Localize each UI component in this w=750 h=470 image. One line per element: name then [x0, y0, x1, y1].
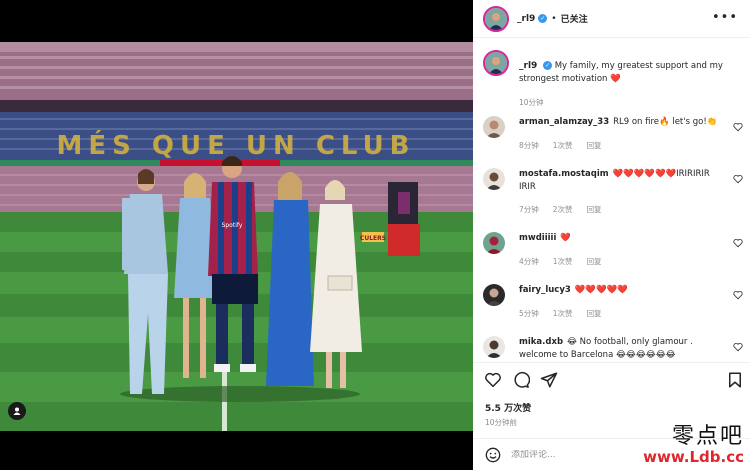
comments-list[interactable]: _rl9 ✓ My family, my greatest support an…: [473, 42, 750, 360]
comment-text: arman_alamzay_33 RL9 on fire🔥 let's go!👏: [519, 117, 718, 127]
avatar[interactable]: [483, 168, 505, 190]
verified-icon: ✓: [543, 61, 552, 70]
reply-button[interactable]: 回复: [587, 257, 602, 266]
comment-likes[interactable]: 1次赞: [553, 257, 573, 266]
bookmark-icon[interactable]: [726, 371, 744, 389]
reply-button[interactable]: 回复: [587, 309, 602, 318]
verified-icon: ✓: [538, 14, 548, 23]
comment-meta: 5分钟 1次赞 回复: [519, 309, 602, 318]
svg-text:Spotify: Spotify: [222, 222, 243, 229]
comment-text: mika.dxb 😂 No football, only glamour . we…: [519, 337, 693, 360]
avatar[interactable]: [483, 284, 505, 306]
more-icon[interactable]: •••: [712, 10, 738, 25]
comment-meta: 4分钟 1次赞 回复: [519, 257, 602, 266]
username[interactable]: _rl9: [517, 14, 535, 24]
reply-button[interactable]: 回复: [587, 141, 602, 150]
caption-username[interactable]: _rl9: [519, 61, 537, 71]
post-header: _rl9 ✓ • 已关注 •••: [473, 0, 750, 38]
caption-time: 10分钟: [519, 98, 544, 107]
comment-username[interactable]: mika.dxb: [519, 337, 563, 347]
comment-text: mostafa.mostaqim ❤️❤️❤️❤️❤️❤️IRIRIRIR IRI…: [519, 169, 710, 192]
post-sidebar: _rl9 ✓ • 已关注 ••• _rl9 ✓ My family, my gr…: [473, 0, 750, 470]
avatar[interactable]: [483, 50, 509, 76]
watermark: 零点吧 www.Ldb.cc: [643, 418, 744, 466]
caption-text: _rl9 ✓ My family, my greatest support an…: [519, 60, 739, 86]
like-count[interactable]: 5.5 万次赞: [485, 401, 531, 414]
share-icon[interactable]: [540, 371, 558, 389]
post-photo[interactable]: MÉS QUE UN CLUB CULERS Spotify: [0, 42, 473, 431]
separator: •: [551, 13, 557, 24]
comment-icon[interactable]: [512, 371, 530, 389]
comment-input[interactable]: [511, 449, 631, 460]
comment-username[interactable]: mostafa.mostaqim: [519, 169, 609, 179]
comment-likes[interactable]: 1次赞: [553, 309, 573, 318]
comment-text: fairy_lucy3 ❤️❤️❤️❤️❤️: [519, 285, 628, 295]
comment-likes[interactable]: 2次赞: [553, 205, 573, 214]
reply-button[interactable]: 回复: [587, 205, 602, 214]
heart-icon[interactable]: [733, 342, 743, 352]
heart-icon[interactable]: [733, 174, 743, 184]
comment-meta: 8分钟 1次赞 回复: [519, 141, 602, 150]
comment-meta: 7分钟 2次赞 回复: [519, 205, 602, 214]
tag-user-icon[interactable]: [8, 402, 26, 420]
svg-text:MÉS QUE UN CLUB: MÉS QUE UN CLUB: [56, 129, 415, 161]
heart-icon[interactable]: [733, 122, 743, 132]
avatar[interactable]: [483, 336, 505, 358]
heart-icon[interactable]: [733, 290, 743, 300]
svg-text:CULERS: CULERS: [360, 235, 386, 242]
photo-panel: MÉS QUE UN CLUB CULERS Spotify: [0, 0, 473, 470]
watermark-url: www.Ldb.cc: [643, 448, 744, 466]
heart-icon[interactable]: [733, 238, 743, 248]
comment-username[interactable]: arman_alamzay_33: [519, 117, 609, 127]
follow-status-button[interactable]: 已关注: [561, 12, 588, 25]
watermark-logo-text: 零点吧: [671, 424, 744, 449]
avatar[interactable]: [483, 5, 509, 32]
comment-likes[interactable]: 1次赞: [553, 141, 573, 150]
heart-icon[interactable]: [484, 371, 502, 389]
comment-username[interactable]: fairy_lucy3: [519, 285, 571, 295]
comment-text: mwdiiiii ❤️: [519, 233, 571, 243]
avatar[interactable]: [483, 116, 505, 138]
action-bar: [473, 362, 750, 398]
avatar[interactable]: [483, 232, 505, 254]
comment-username[interactable]: mwdiiiii: [519, 233, 556, 243]
emoji-icon[interactable]: [485, 447, 501, 463]
post-timestamp: 10分钟前: [485, 418, 518, 427]
